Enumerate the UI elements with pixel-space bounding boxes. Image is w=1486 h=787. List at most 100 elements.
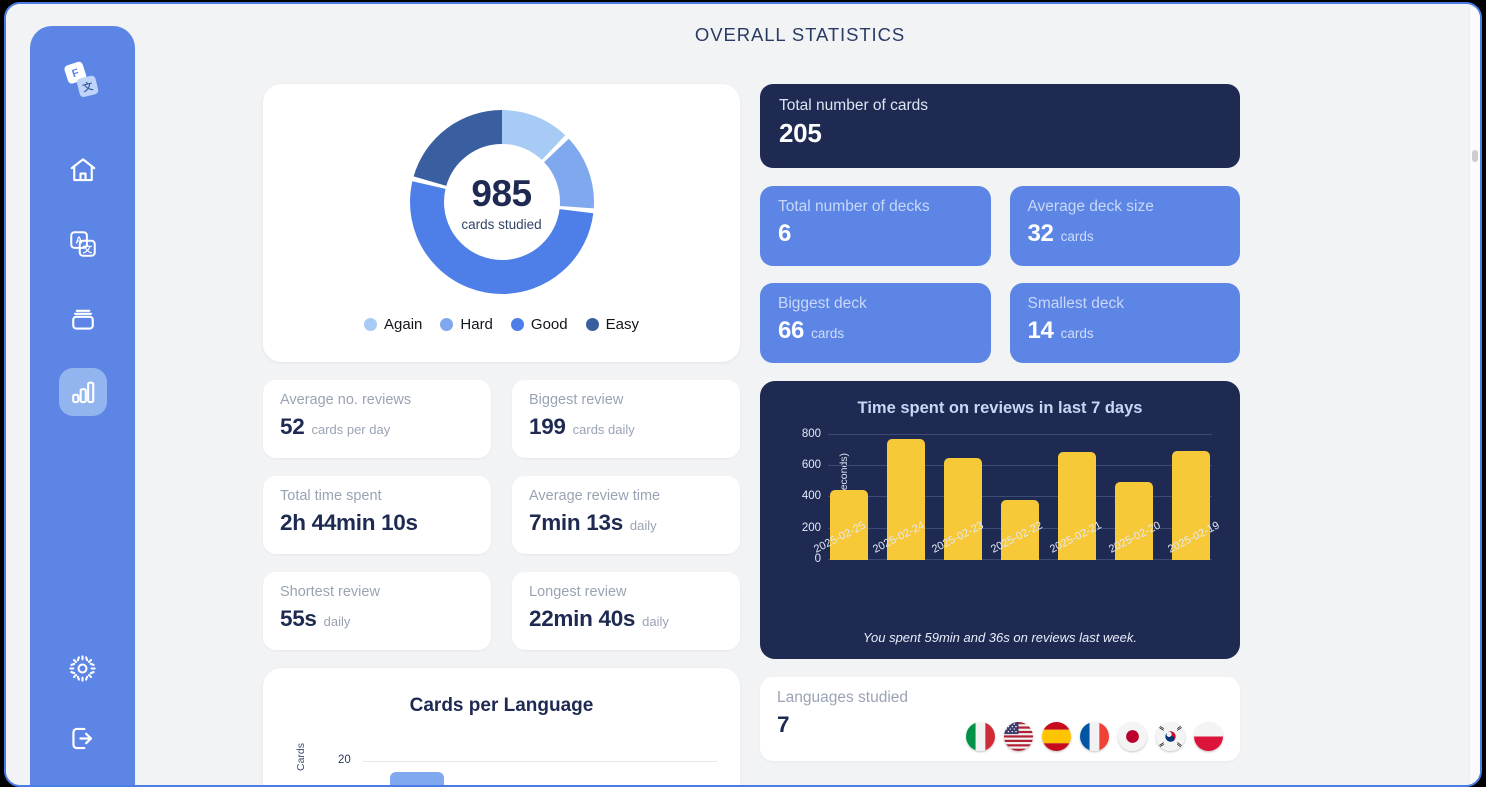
flag-france-icon[interactable] xyxy=(1080,722,1109,751)
stat-value-row: 7min 13s daily xyxy=(529,510,723,536)
left-column: 985 cards studied Again Hard Good Easy A… xyxy=(263,84,740,785)
legend-item-good[interactable]: Good xyxy=(510,316,568,333)
cards-per-language-bar xyxy=(390,772,444,785)
legend-dot-easy xyxy=(585,318,599,331)
stat-value: 55s xyxy=(280,606,317,631)
total-cards-label: Total number of cards xyxy=(779,97,929,114)
legend-label-good: Good xyxy=(530,316,568,333)
svg-text:A: A xyxy=(75,236,82,247)
legend-dot-good xyxy=(510,318,524,331)
cards-per-language-gridline xyxy=(363,761,717,762)
stat-value: 14 xyxy=(1027,317,1054,344)
app-logo[interactable]: F 文 xyxy=(57,54,109,106)
page-title: OVERALL STATISTICS xyxy=(694,24,906,45)
legend-dot-hard xyxy=(440,318,454,331)
sidebar-item-translate[interactable]: A 文 xyxy=(59,220,107,268)
flag-poland-icon[interactable] xyxy=(1194,722,1223,751)
stat-unit: cards xyxy=(1060,326,1094,341)
stat-card-total-time-spent: Total time spent 2h 44min 10s xyxy=(263,476,491,554)
sidebar-item-decks[interactable] xyxy=(59,294,107,342)
stat-value-row: 199 cards daily xyxy=(529,414,723,440)
sidebar: F 文 A 文 xyxy=(30,26,135,785)
stat-card-biggest-review: Biggest review 199 cards daily xyxy=(512,380,740,458)
language-flags xyxy=(966,689,1223,761)
time-spent-chart-title: Time spent on reviews in last 7 days xyxy=(857,399,1143,417)
stat-label: Total time spent xyxy=(280,488,382,504)
gear-icon xyxy=(69,654,96,682)
ytick-400: 400 xyxy=(801,490,821,503)
stat-card-average-no-reviews: Average no. reviews 52 cards per day xyxy=(263,380,491,458)
stat-card-longest-review: Longest review 22min 40s daily xyxy=(512,572,740,650)
stat-card-average-review-time: Average review time 7min 13s daily xyxy=(512,476,740,554)
card-deck-icon xyxy=(71,309,94,330)
stat-label: Average deck size xyxy=(1027,198,1154,215)
legend-dot-again xyxy=(364,318,378,331)
vertical-scrollbar-track[interactable] xyxy=(1469,8,1480,785)
stat-value-row: 32 cards xyxy=(1028,220,1223,248)
ytick-600: 600 xyxy=(801,459,821,472)
languages-studied-card: Languages studied 7 xyxy=(760,677,1240,761)
stat-label: Biggest deck xyxy=(778,295,867,312)
right-column: Total number of cards 205 Total number o… xyxy=(760,84,1240,785)
statistics-content: 985 cards studied Again Hard Good Easy A… xyxy=(263,84,1443,785)
flag-usa-icon[interactable] xyxy=(1004,722,1033,751)
legend-item-again[interactable]: Again xyxy=(364,316,422,333)
stat-value-row: 22min 40s daily xyxy=(529,606,723,632)
bar-chart-icon xyxy=(71,381,94,404)
languages-value: 7 xyxy=(777,712,790,737)
ytick-800: 800 xyxy=(801,427,821,440)
legend-item-easy[interactable]: Easy xyxy=(585,316,639,333)
stat-card-biggest-deck: Biggest deck 66 cards xyxy=(760,283,991,363)
stat-value: 52 xyxy=(280,414,305,439)
donut-chart: 985 cards studied xyxy=(406,106,598,298)
cards-per-language-card: Cards per Language Cards 20 xyxy=(263,668,740,785)
cards-per-language-ylabel: Cards xyxy=(295,742,307,771)
stat-value: 199 xyxy=(529,414,566,439)
stat-unit: cards xyxy=(811,326,845,341)
time-spent-chart-card: Time spent on reviews in last 7 days Tim… xyxy=(760,381,1240,659)
cards-per-language-title: Cards per Language xyxy=(409,695,594,716)
sidebar-nav: A 文 xyxy=(58,146,107,416)
stat-value: 7min 13s xyxy=(529,510,623,535)
cards-studied-label: cards studied xyxy=(461,216,542,232)
stat-value-row: 6 xyxy=(778,220,973,248)
sidebar-item-home[interactable] xyxy=(59,146,107,194)
total-cards-value: 205 xyxy=(779,118,822,148)
cards-per-language-ytick: 20 xyxy=(338,754,351,766)
time-spent-footnote: You spent 59min and 36s on reviews last … xyxy=(863,630,1137,645)
legend-label-hard: Hard xyxy=(460,316,493,333)
total-cards-card: Total number of cards 205 xyxy=(760,84,1240,168)
stat-label: Average review time xyxy=(529,488,661,504)
stat-value: 6 xyxy=(778,220,792,247)
stat-value: 32 xyxy=(1027,220,1054,247)
donut-legend: Again Hard Good Easy xyxy=(364,316,639,333)
stat-unit: cards per day xyxy=(311,422,391,437)
cards-studied-donut-card: 985 cards studied Again Hard Good Easy xyxy=(263,84,740,362)
stat-label: Total number of decks xyxy=(778,198,930,215)
stat-value: 66 xyxy=(778,317,805,344)
stat-unit: daily xyxy=(629,518,657,533)
legend-item-hard[interactable]: Hard xyxy=(440,316,493,333)
languages-text: Languages studied 7 xyxy=(777,689,908,761)
languages-label: Languages studied xyxy=(777,689,909,706)
stat-value: 22min 40s xyxy=(529,606,636,631)
stat-unit: daily xyxy=(323,614,351,629)
stat-label: Shortest review xyxy=(280,584,380,600)
stat-value-row: 66 cards xyxy=(778,317,973,345)
flag-japan-icon[interactable] xyxy=(1118,722,1147,751)
legend-label-again: Again xyxy=(384,316,423,333)
sidebar-item-logout[interactable] xyxy=(59,714,107,762)
flag-spain-icon[interactable] xyxy=(1042,722,1071,751)
svg-text:文: 文 xyxy=(81,243,92,255)
stat-card-shortest-review: Shortest review 55s daily xyxy=(263,572,491,650)
sidebar-item-statistics[interactable] xyxy=(58,368,107,416)
home-icon xyxy=(70,158,95,182)
stat-card-smallest-deck: Smallest deck 14 cards xyxy=(1009,283,1240,363)
flag-italy-icon[interactable] xyxy=(966,722,995,751)
stat-value: 2h 44min 10s xyxy=(280,510,418,535)
logout-icon xyxy=(72,727,93,749)
sidebar-item-settings[interactable] xyxy=(59,644,107,692)
vertical-scrollbar-thumb[interactable] xyxy=(1472,150,1478,162)
stat-unit: daily xyxy=(642,614,669,629)
flag-south-korea-icon[interactable] xyxy=(1156,722,1185,751)
